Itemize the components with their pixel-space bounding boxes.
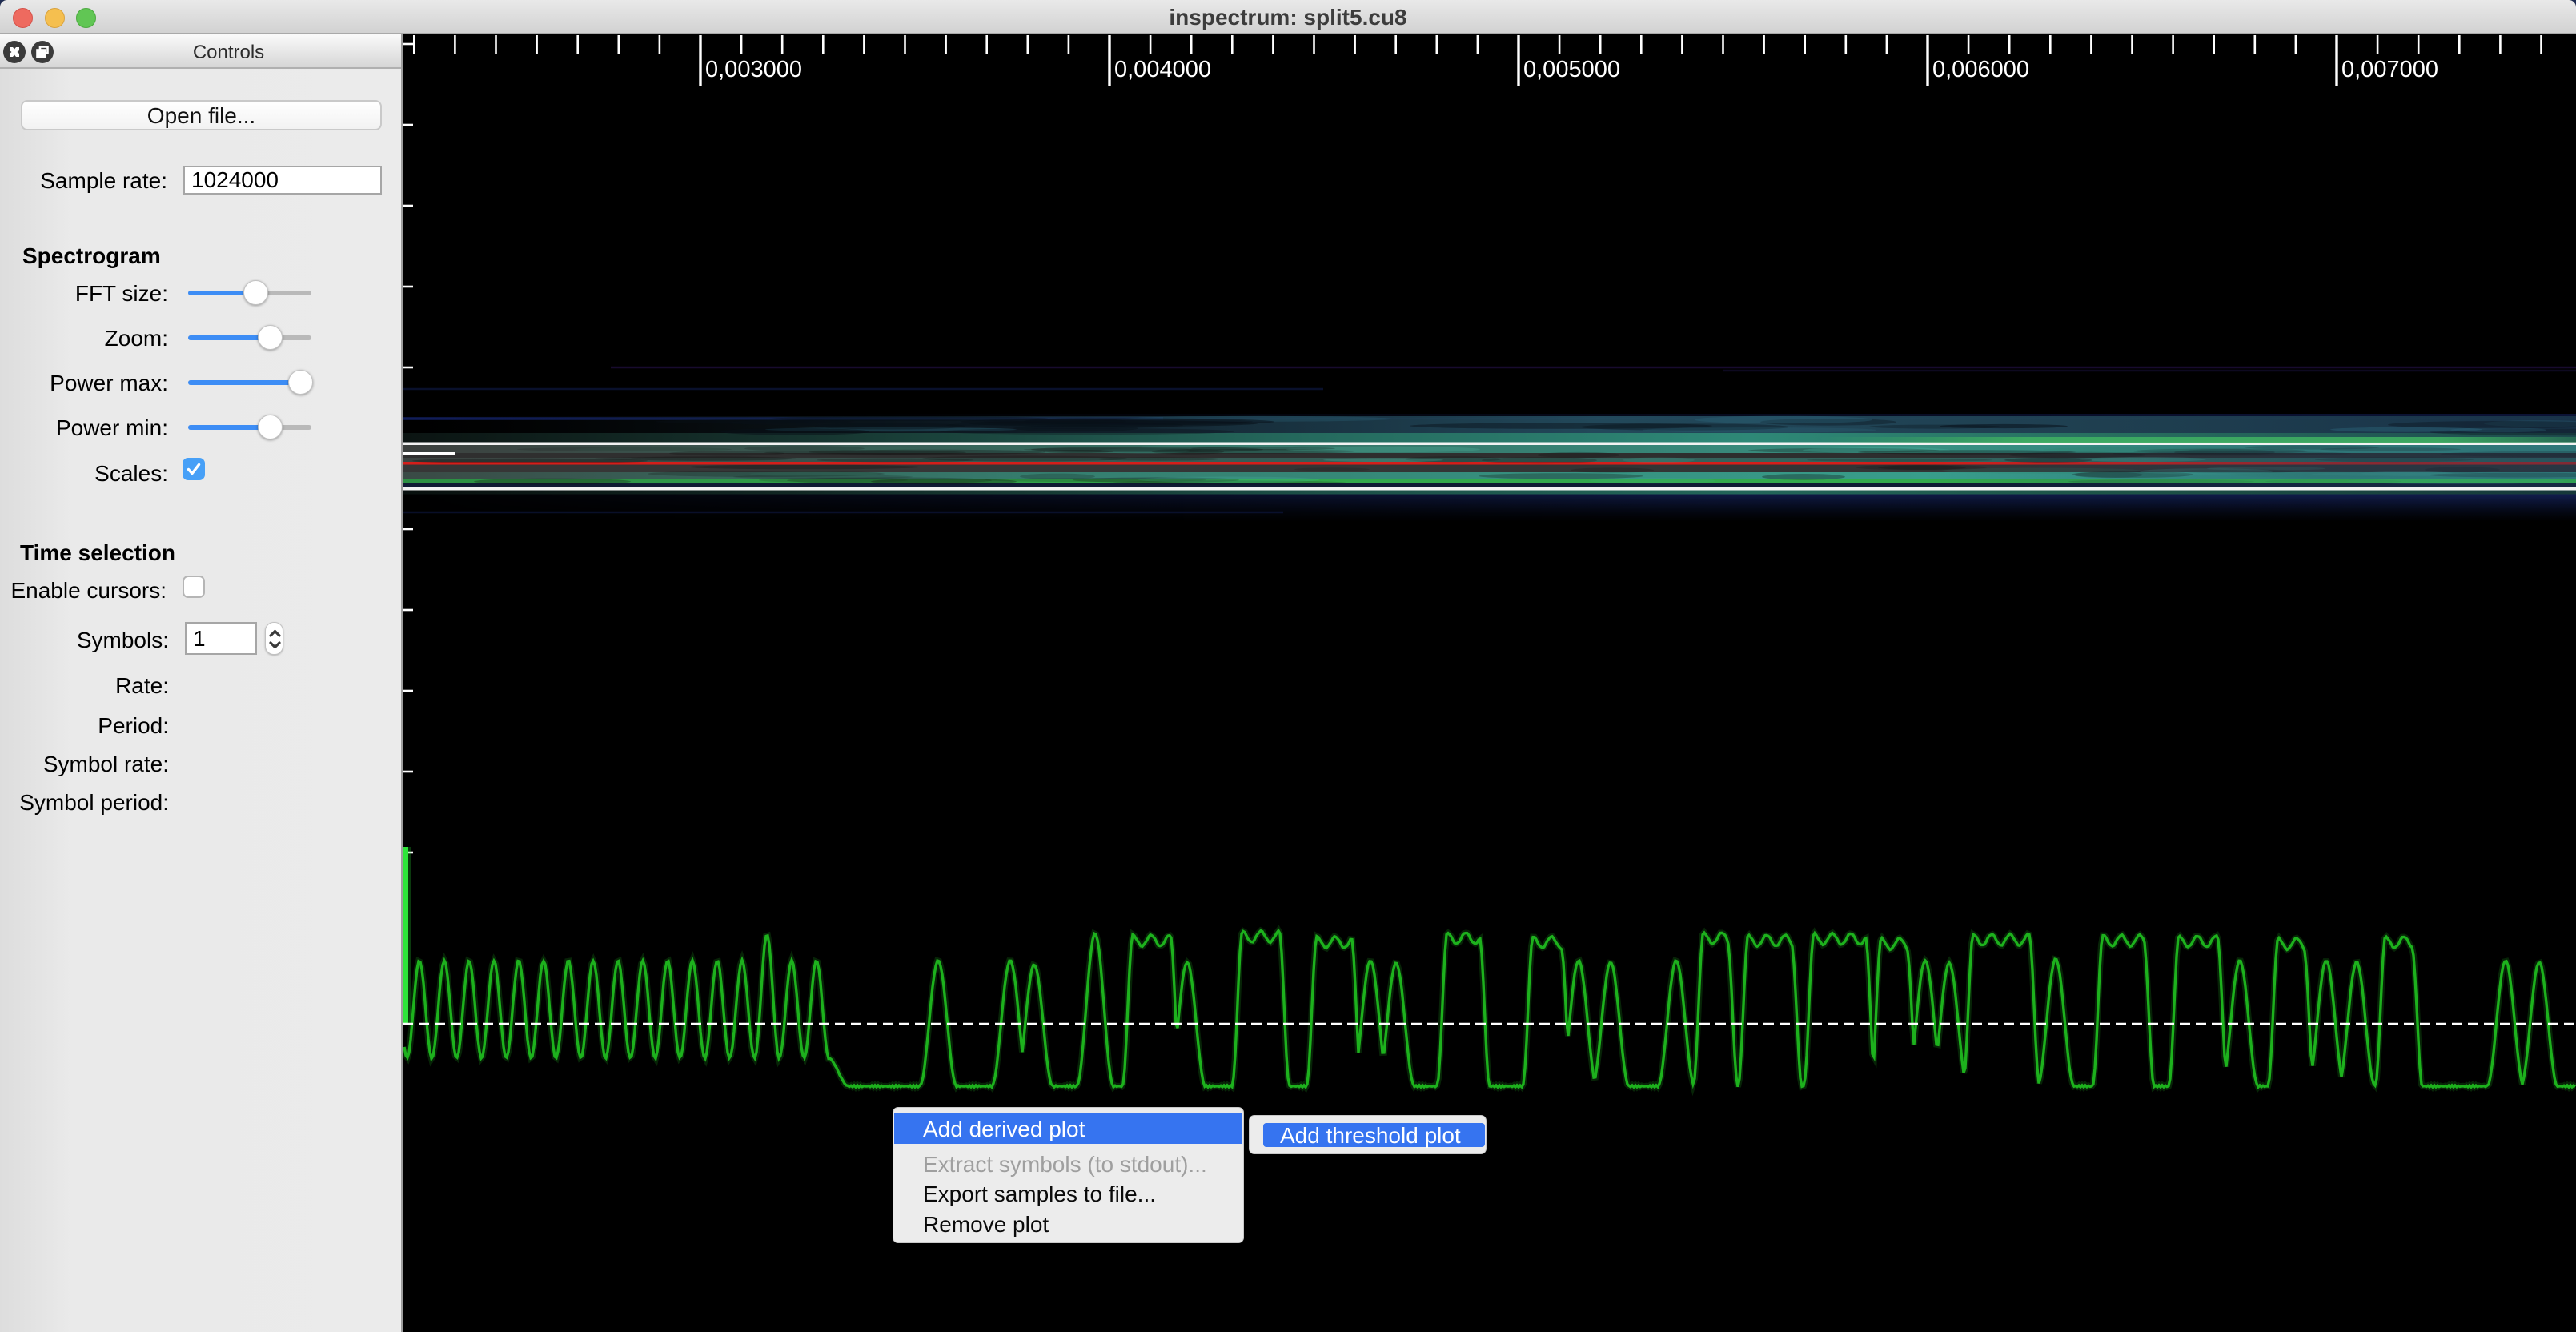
svg-text:0,006000: 0,006000 <box>1932 57 2029 82</box>
svg-text:0,004000: 0,004000 <box>1114 57 1211 82</box>
svg-text:0,005000: 0,005000 <box>1523 57 1620 82</box>
svg-text:0,007000: 0,007000 <box>2341 57 2438 82</box>
svg-text:0,003000: 0,003000 <box>705 57 802 82</box>
